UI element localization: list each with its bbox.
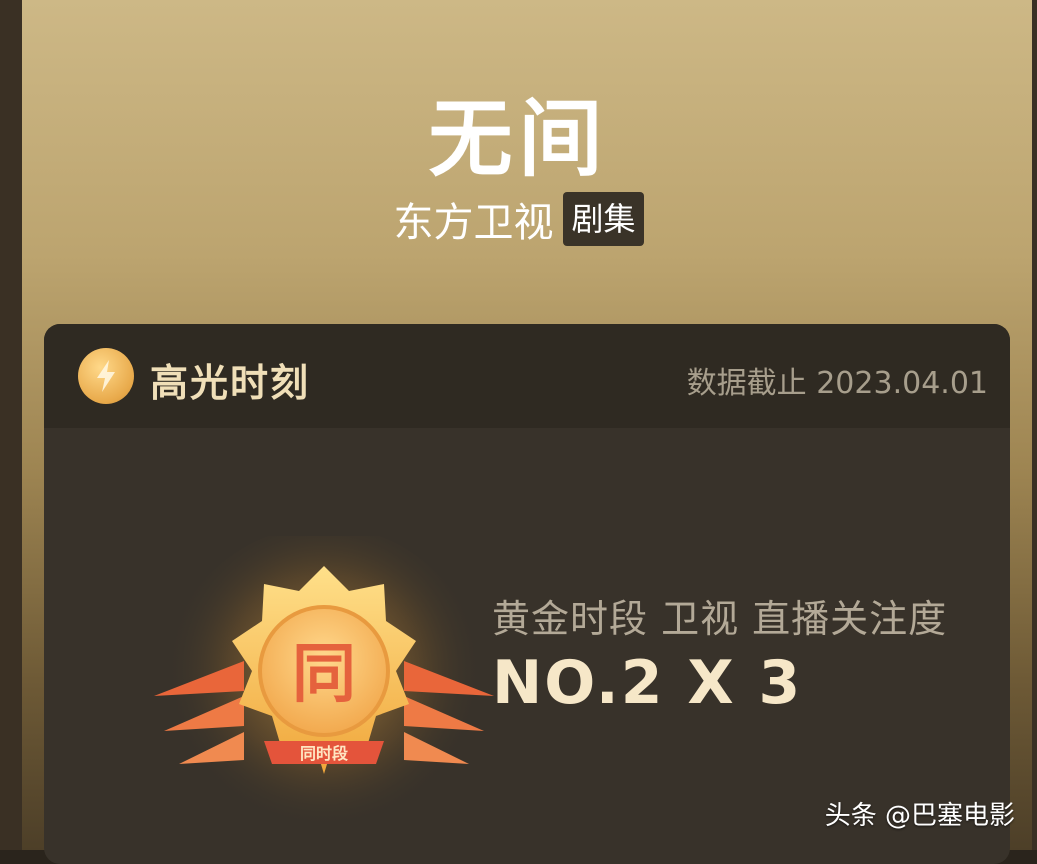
card-header: 高光时刻 数据截止 2023.04.01 — [44, 324, 1010, 428]
rank-value: NO.2 X 3 — [492, 648, 803, 718]
medal-icon: 同 同时段 — [154, 536, 494, 846]
highlight-title: 高光时刻 — [150, 361, 311, 405]
data-date: 数据截止 2023.04.01 — [686, 366, 988, 401]
watermark: 头条 @巴塞电影 — [824, 801, 1015, 831]
highlight-card: 高光时刻 数据截止 2023.04.01 同 同时段 黄金时段 卫视 直播关注度… — [44, 324, 1010, 864]
medal-ribbon-text: 同时段 — [300, 744, 349, 763]
rank-label: 黄金时段 卫视 直播关注度 — [492, 597, 948, 641]
lightning-icon — [78, 348, 134, 404]
channel-name[interactable]: 东方卫视 — [393, 190, 553, 248]
type-badge: 剧集 — [563, 192, 644, 246]
show-title: 无间 — [428, 90, 609, 188]
subtitle-row: 东方卫视 剧集 — [0, 190, 1037, 248]
medal-char: 同 — [292, 638, 356, 712]
